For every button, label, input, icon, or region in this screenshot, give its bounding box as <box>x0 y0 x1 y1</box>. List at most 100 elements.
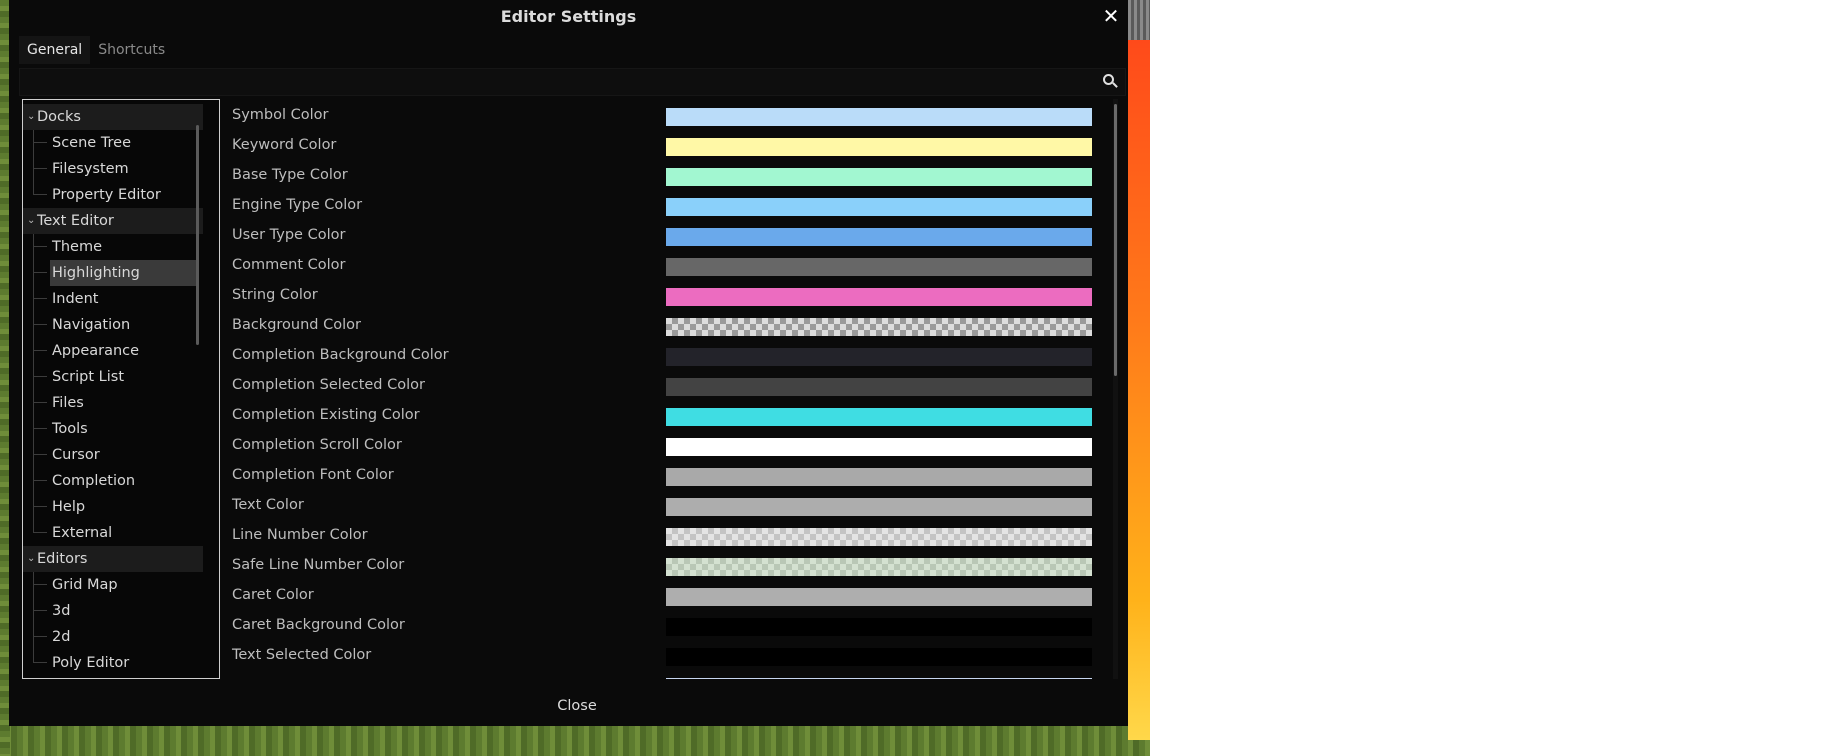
tree-scrollbar[interactable] <box>196 125 199 345</box>
tree-item-label: Indent <box>52 291 99 307</box>
tree-item-indent[interactable]: Indent <box>23 286 203 312</box>
tree-item-scene-tree[interactable]: Scene Tree <box>23 130 203 156</box>
property-row: Keyword Color <box>222 130 1102 160</box>
tree-item-navigation[interactable]: Navigation <box>23 312 203 338</box>
color-picker-button[interactable] <box>666 528 1092 546</box>
property-scrollbar[interactable] <box>1114 104 1117 376</box>
tab-general[interactable]: General <box>19 36 91 64</box>
property-row: Comment Color <box>222 250 1102 280</box>
property-label: User Type Color <box>232 227 346 243</box>
property-label: Completion Font Color <box>232 467 394 483</box>
color-picker-button[interactable] <box>666 468 1092 486</box>
tree-item-appearance[interactable]: Appearance <box>23 338 203 364</box>
tree-item-label: 3d <box>52 603 71 619</box>
color-picker-button[interactable] <box>666 618 1092 636</box>
tree-item-filesystem[interactable]: Filesystem <box>23 156 203 182</box>
tree-guide <box>33 324 47 325</box>
close-icon[interactable]: ✕ <box>1100 5 1122 27</box>
editor-settings-dialog: Editor Settings ✕ General Shortcuts ⌄ Doc… <box>9 0 1128 726</box>
tree-guide <box>33 532 47 533</box>
color-picker-button[interactable] <box>666 498 1092 516</box>
color-picker-button[interactable] <box>666 258 1092 276</box>
property-row: Symbol Color <box>222 100 1102 130</box>
tree-item-tools[interactable]: Tools <box>23 416 203 442</box>
property-label: Comment Color <box>232 257 346 273</box>
tree-section-docks[interactable]: ⌄ Docks <box>23 104 203 130</box>
color-picker-button[interactable] <box>666 408 1092 426</box>
property-label: Keyword Color <box>232 137 337 153</box>
property-row: User Type Color <box>222 220 1102 250</box>
tree-guide <box>33 298 47 299</box>
property-row: Background Color <box>222 310 1102 340</box>
tree-item-label: 2d <box>52 629 71 645</box>
tree-item-3d[interactable]: 3d <box>23 598 203 624</box>
tree-guide <box>33 142 47 143</box>
color-picker-button[interactable] <box>666 678 1092 679</box>
property-label: Engine Type Color <box>232 197 363 213</box>
color-picker-button[interactable] <box>666 588 1092 606</box>
tree-item-script-list[interactable]: Script List <box>23 364 203 390</box>
tree-section-editors[interactable]: ⌄ Editors <box>23 546 203 572</box>
tree-guide <box>33 480 47 481</box>
close-button[interactable]: Close <box>539 692 615 720</box>
tree-item-label: Script List <box>52 369 125 385</box>
chevron-down-icon[interactable]: ⌄ <box>27 104 37 130</box>
tree-item-label: Cursor <box>52 447 100 463</box>
color-picker-button[interactable] <box>666 168 1092 186</box>
property-list: Symbol Color Keyword Color Base Type Color… <box>222 99 1102 679</box>
tree-item-label: Filesystem <box>52 161 129 177</box>
tree-guide <box>33 636 47 637</box>
tree-item-grid-map[interactable]: Grid Map <box>23 572 203 598</box>
color-picker-button[interactable] <box>666 108 1092 126</box>
color-picker-button[interactable] <box>666 348 1092 366</box>
tree-item-property-editor[interactable]: Property Editor <box>23 182 203 208</box>
property-label: Line Number Color <box>232 527 368 543</box>
color-picker-button[interactable] <box>666 378 1092 396</box>
tree-section-text-editor[interactable]: ⌄ Text Editor <box>23 208 203 234</box>
property-row: String Color <box>222 280 1102 310</box>
tree-item-2d[interactable]: 2d <box>23 624 203 650</box>
tree-guide <box>33 584 47 585</box>
search-icon[interactable] <box>1103 74 1118 88</box>
color-picker-button[interactable] <box>666 558 1092 576</box>
property-label: Completion Background Color <box>232 347 449 363</box>
tree-item-label: Highlighting <box>50 260 199 286</box>
tree-section-label: Text Editor <box>37 213 114 229</box>
property-row: Caret Color <box>222 580 1102 610</box>
color-picker-button[interactable] <box>666 198 1092 216</box>
property-row: Text Selected Color <box>222 640 1102 670</box>
settings-category-tree[interactable]: ⌄ Docks Scene Tree Filesystem Property Edito… <box>22 99 220 679</box>
chevron-down-icon[interactable]: ⌄ <box>27 546 37 572</box>
tree-item-label: Poly Editor <box>52 655 130 671</box>
tree-item-external[interactable]: External <box>23 520 203 546</box>
tree-guide <box>33 402 47 403</box>
color-picker-button[interactable] <box>666 138 1092 156</box>
dialog-title: Editor Settings <box>500 7 637 26</box>
scene-fire <box>1128 40 1150 740</box>
tree-item-completion[interactable]: Completion <box>23 468 203 494</box>
color-picker-button[interactable] <box>666 228 1092 246</box>
tab-shortcuts[interactable]: Shortcuts <box>90 36 173 64</box>
tree-section-label: Docks <box>37 109 81 125</box>
tree-item-label: Completion <box>52 473 136 489</box>
tree-item-help[interactable]: Help <box>23 494 203 520</box>
tree-item-label: Appearance <box>52 343 140 359</box>
color-picker-button[interactable] <box>666 288 1092 306</box>
tree-item-theme[interactable]: Theme <box>23 234 203 260</box>
property-row: Line Number Color <box>222 520 1102 550</box>
tree-item-cursor[interactable]: Cursor <box>23 442 203 468</box>
tree-item-highlighting[interactable]: Highlighting <box>23 260 203 286</box>
tree-item-label: Tools <box>52 421 88 437</box>
property-row: Engine Type Color <box>222 190 1102 220</box>
tree-guide <box>33 350 47 351</box>
tree-guide <box>33 194 47 195</box>
tree-item-poly-editor[interactable]: Poly Editor <box>23 650 203 676</box>
color-picker-button[interactable] <box>666 438 1092 456</box>
tree-item-files[interactable]: Files <box>23 390 203 416</box>
color-picker-button[interactable] <box>666 648 1092 666</box>
chevron-down-icon[interactable]: ⌄ <box>27 208 37 234</box>
color-picker-button[interactable] <box>666 318 1092 336</box>
search-input[interactable] <box>19 68 1126 96</box>
tree-guide <box>33 428 47 429</box>
tree-item-label: Grid Map <box>52 577 118 593</box>
